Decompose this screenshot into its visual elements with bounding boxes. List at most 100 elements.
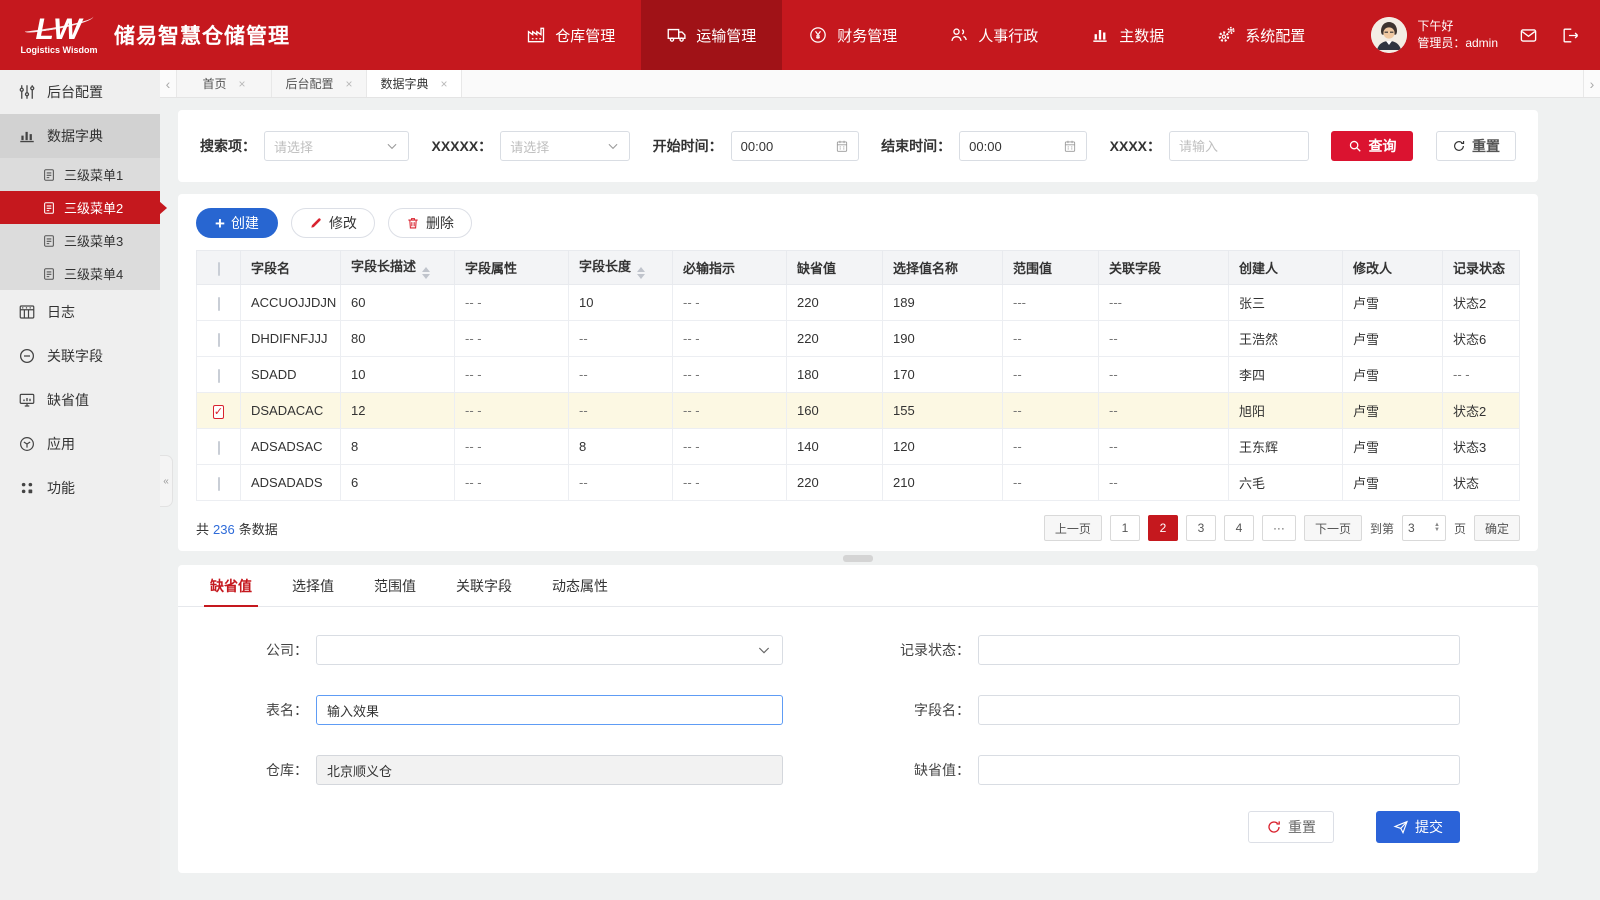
logout-button[interactable]: [1558, 23, 1582, 47]
sidebar-item-submenu-1[interactable]: 三级菜单1: [0, 158, 160, 191]
table-row[interactable]: DSADACAC12-- --- -- -160155-- --旭阳卢雪状态2: [197, 393, 1520, 429]
create-button[interactable]: + 创建: [196, 208, 278, 238]
sidebar-item-backend-config[interactable]: 后台配置: [0, 70, 160, 114]
page-number-button[interactable]: ···: [1262, 515, 1296, 541]
table-row[interactable]: SDADD10-- --- -- -180170-- --李四卢雪-- -: [197, 357, 1520, 393]
row-checkbox[interactable]: [218, 333, 220, 347]
sidebar-item-logs[interactable]: 日志: [0, 290, 160, 334]
row-checkbox[interactable]: [213, 405, 224, 419]
field-name-input[interactable]: [978, 695, 1460, 725]
table-row[interactable]: ADSADSAC8-- -8 -- -140120-- --王东辉卢雪状态3: [197, 429, 1520, 465]
nav-label: 运输管理: [696, 25, 756, 46]
sidebar-item-data-dictionary[interactable]: 数据字典: [0, 114, 160, 158]
goto-prefix: 到第: [1370, 520, 1394, 537]
sidebar-item-submenu-2[interactable]: 三级菜单2: [0, 191, 160, 224]
detail-actions: 重置 提交: [178, 811, 1538, 843]
column-header[interactable]: 字段属性: [455, 251, 569, 285]
start-time-picker[interactable]: 00:00: [731, 131, 859, 161]
close-icon[interactable]: ×: [441, 77, 448, 91]
detail-tab-default-value[interactable]: 缺省值: [190, 565, 272, 606]
detail-tab-range-value[interactable]: 范围值: [354, 565, 436, 606]
column-header[interactable]: 选择值名称: [883, 251, 1003, 285]
sidebar-item-submenu-3[interactable]: 三级菜单3: [0, 224, 160, 257]
column-header[interactable]: 必输指示: [673, 251, 787, 285]
close-icon[interactable]: ×: [346, 77, 353, 91]
select-all-checkbox[interactable]: [218, 262, 220, 276]
tab-home[interactable]: 首页 ×: [177, 70, 272, 97]
sidebar-collapse-handle[interactable]: «: [160, 455, 173, 507]
column-header[interactable]: 关联字段: [1099, 251, 1229, 285]
end-time-picker[interactable]: 00:00: [959, 131, 1087, 161]
goto-confirm-button[interactable]: 确定: [1474, 515, 1520, 541]
table-row[interactable]: ADSADADS6-- --- -- -220210-- --六毛卢雪状态: [197, 465, 1520, 501]
search-input[interactable]: [1169, 131, 1309, 161]
stepper-down-icon[interactable]: ▼: [1434, 528, 1440, 533]
table-row[interactable]: ACCUOJJDJN60-- -10 -- -220189--- ---张三卢雪…: [197, 285, 1520, 321]
nav-master-data[interactable]: 主数据: [1064, 0, 1190, 70]
column-header[interactable]: 记录状态: [1443, 251, 1520, 285]
nav-warehouse[interactable]: 仓库管理: [500, 0, 641, 70]
tab-backend-config[interactable]: 后台配置 ×: [272, 70, 367, 97]
form-reset-button[interactable]: 重置: [1248, 811, 1334, 843]
avatar[interactable]: [1371, 17, 1407, 53]
page-number-button[interactable]: 3: [1186, 515, 1216, 541]
row-checkbox[interactable]: [218, 441, 220, 455]
search-select-1[interactable]: 请选择: [264, 131, 409, 161]
delete-button[interactable]: 删除: [388, 208, 472, 238]
sort-icon[interactable]: [422, 267, 430, 279]
goto-page-stepper[interactable]: 3 ▲▼: [1402, 515, 1446, 541]
nav-hr[interactable]: 人事行政: [923, 0, 1064, 70]
sort-icon[interactable]: [637, 267, 645, 279]
avatar-image: [1371, 17, 1407, 53]
nav-system-config[interactable]: 系统配置: [1190, 0, 1331, 70]
search-select-2[interactable]: 请选择: [500, 131, 630, 161]
tab-scroll-right-icon[interactable]: ›: [1583, 70, 1600, 97]
column-header[interactable]: 字段长描述: [341, 251, 455, 285]
tab-scroll-left-icon[interactable]: ‹: [160, 70, 177, 97]
table-name-input[interactable]: [316, 695, 783, 725]
row-checkbox[interactable]: [218, 297, 220, 311]
sidebar-item-default-values[interactable]: 缺省值: [0, 378, 160, 422]
default-value-input[interactable]: [978, 755, 1460, 785]
detail-tab-dynamic-attr[interactable]: 动态属性: [532, 565, 628, 606]
logo-subtitle: Logistics Wisdom: [21, 45, 98, 55]
row-checkbox[interactable]: [218, 369, 220, 383]
page-number-button[interactable]: 2: [1148, 515, 1178, 541]
column-header[interactable]: 范围值: [1003, 251, 1099, 285]
prev-page-button[interactable]: 上一页: [1044, 515, 1102, 541]
mail-button[interactable]: [1516, 23, 1540, 47]
nav-label: 系统配置: [1245, 25, 1305, 46]
splitter-drag-handle[interactable]: [843, 555, 873, 562]
close-icon[interactable]: ×: [239, 77, 246, 91]
nav-transport[interactable]: 运输管理: [641, 0, 782, 70]
page-number-button[interactable]: 4: [1224, 515, 1254, 541]
detail-tab-select-value[interactable]: 选择值: [272, 565, 354, 606]
query-button[interactable]: 查询: [1331, 131, 1413, 161]
column-header[interactable]: 字段长度: [569, 251, 673, 285]
column-header[interactable]: 修改人: [1343, 251, 1443, 285]
form-submit-button[interactable]: 提交: [1376, 811, 1460, 843]
sidebar-item-functions[interactable]: 功能: [0, 466, 160, 510]
sidebar-item-applications[interactable]: 应用: [0, 422, 160, 466]
table-row[interactable]: DHDIFNFJJJ80-- --- -- -220190-- --王浩然卢雪状…: [197, 321, 1520, 357]
nav-finance[interactable]: 财务管理: [782, 0, 923, 70]
detail-tab-related-field[interactable]: 关联字段: [436, 565, 532, 606]
field-label: 缺省值：: [860, 760, 970, 780]
tab-data-dictionary[interactable]: 数据字典 ×: [367, 70, 462, 97]
document-icon: [42, 234, 56, 248]
company-select[interactable]: [316, 635, 783, 665]
column-header[interactable]: 缺省值: [787, 251, 883, 285]
refresh-icon: [1452, 139, 1466, 153]
column-header[interactable]: 字段名: [241, 251, 341, 285]
search-reset-button[interactable]: 重置: [1436, 131, 1516, 161]
grid-icon: [18, 303, 36, 321]
record-status-input[interactable]: [978, 635, 1460, 665]
row-checkbox[interactable]: [218, 477, 220, 491]
sidebar-item-related-fields[interactable]: 关联字段: [0, 334, 160, 378]
sidebar-item-submenu-4[interactable]: 三级菜单4: [0, 257, 160, 290]
stepper-arrows[interactable]: ▲▼: [1434, 523, 1440, 533]
page-number-button[interactable]: 1: [1110, 515, 1140, 541]
next-page-button[interactable]: 下一页: [1304, 515, 1362, 541]
column-header[interactable]: 创建人: [1229, 251, 1343, 285]
modify-button[interactable]: 修改: [291, 208, 375, 238]
